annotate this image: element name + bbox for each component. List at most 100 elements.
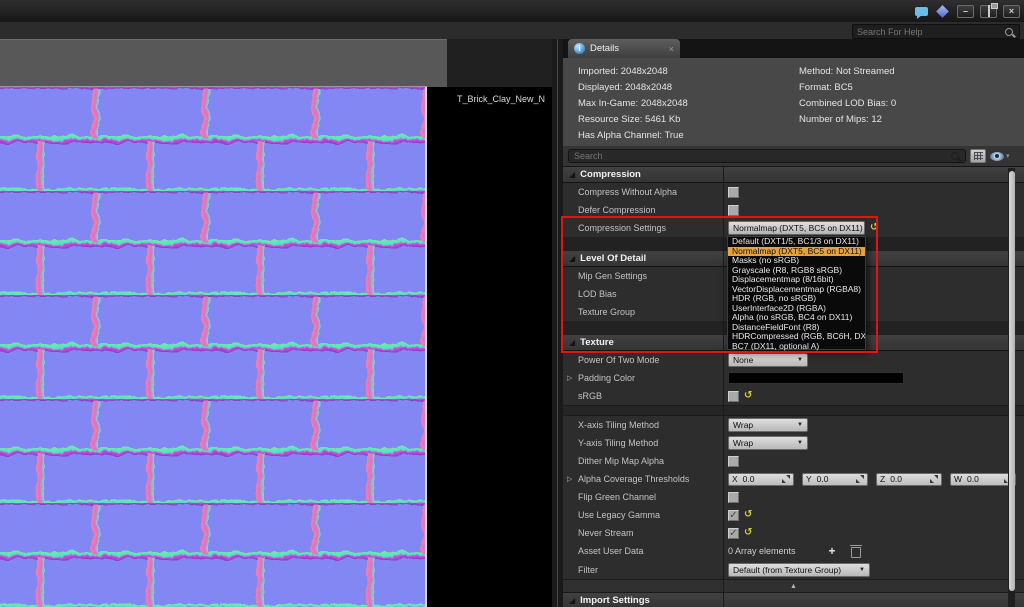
chevron-down-icon: ▾ (1006, 152, 1010, 160)
scrollbar-thumb[interactable] (1009, 171, 1015, 591)
compression-settings-dropdown-menu: Default (DXT1/5, BC1/3 on DX11) Normalma… (727, 236, 866, 350)
axis-value: 0.0 (817, 474, 856, 484)
normalmap-brick-image (0, 87, 425, 607)
marketplace-cube-icon[interactable] (936, 5, 949, 18)
axis-value: 0.0 (967, 474, 1004, 484)
srgb-checkbox[interactable] (728, 391, 739, 402)
dropdown-item[interactable]: Normalmap (DXT5, BC5 on DX11) (728, 247, 865, 257)
row-compression-settings: Compression Settings Normalmap (DXT5, BC… (563, 219, 1024, 237)
property-label: Mip Gen Settings (578, 271, 647, 281)
dropdown-item[interactable]: Default (DXT1/5, BC1/3 on DX11) (728, 237, 865, 247)
axis-label: X (732, 474, 738, 484)
info-line: Combined LOD Bias: 0 (799, 96, 896, 112)
texture-preview[interactable] (0, 87, 425, 607)
section-title: Import Settings (580, 595, 650, 606)
viewport-toolbar (0, 39, 447, 88)
dropdown-value: Wrap (733, 420, 753, 430)
restore-button[interactable] (980, 5, 997, 18)
compress-without-alpha-checkbox[interactable] (728, 187, 739, 198)
threshold-y-field[interactable]: Y 0.0 (802, 473, 868, 486)
compression-settings-dropdown[interactable]: Normalmap (DXT5, BC5 on DX11) ▼ (728, 221, 865, 235)
minimize-button[interactable]: – (957, 5, 974, 18)
property-matrix-button[interactable] (970, 149, 986, 163)
dropdown-item[interactable]: UserInterface2D (RGBA) (728, 304, 865, 314)
info-line: Imported: 2048x2048 (578, 64, 688, 80)
power-of-two-dropdown[interactable]: None ▼ (728, 353, 808, 367)
chevron-down-icon: ▼ (859, 567, 865, 573)
view-options-button[interactable]: ▾ (990, 152, 1010, 161)
details-search-row: ▾ (563, 146, 1024, 167)
close-button[interactable]: × (1003, 5, 1020, 18)
tab-close-icon[interactable]: × (669, 44, 674, 54)
row-y-axis-tiling: Y-axis Tiling Method Wrap ▼ (563, 434, 1024, 452)
section-title: Texture (580, 337, 614, 348)
info-line: Has Alpha Channel: True (578, 128, 688, 144)
section-expand-icon: ◢ (569, 254, 575, 263)
help-search-input[interactable] (853, 26, 1005, 37)
row-never-stream: Never Stream ✓ ↺ (563, 524, 1024, 542)
property-label: sRGB (578, 391, 602, 401)
property-grid: ◢ Compression Compress Without Alpha Def… (563, 167, 1024, 607)
grid-icon (974, 152, 983, 160)
row-expander-icon[interactable]: ▷ (567, 374, 572, 382)
dropdown-item[interactable]: BC7 (DX11, optional A) (728, 342, 865, 352)
dropdown-item[interactable]: Masks (no sRGB) (728, 256, 865, 266)
reset-to-default-icon[interactable]: ↺ (744, 528, 752, 538)
flip-green-checkbox[interactable] (728, 492, 739, 503)
panel-splitter[interactable] (552, 39, 563, 607)
dropdown-item[interactable]: Alpha (no sRGB, BC4 on DX11) (728, 313, 865, 323)
property-label: Dither Mip Map Alpha (578, 456, 664, 466)
window-titlebar: – × (0, 0, 1024, 23)
tab-details[interactable]: i Details × (568, 39, 680, 58)
dropdown-item[interactable]: HDRCompressed (RGB, BC6H, DX11) (728, 332, 865, 342)
row-defer-compression: Defer Compression (563, 201, 1024, 219)
dropdown-value: Normalmap (DXT5, BC5 on DX11) (733, 223, 863, 233)
filter-dropdown[interactable]: Default (from Texture Group) ▼ (728, 563, 870, 577)
threshold-x-field[interactable]: X 0.0 (728, 473, 794, 486)
restore-icon (988, 5, 990, 17)
padding-color-swatch[interactable] (728, 372, 904, 384)
axis-label: W (954, 474, 962, 484)
search-icon (951, 152, 959, 160)
reset-to-default-icon[interactable]: ↺ (744, 391, 752, 401)
splitter-line (557, 39, 558, 607)
use-legacy-gamma-checkbox[interactable]: ✓ (728, 510, 739, 521)
texture-name-label: T_Brick_Clay_New_N (457, 94, 545, 104)
property-label: Alpha Coverage Thresholds (578, 474, 689, 484)
section-header-import-settings[interactable]: ◢ Import Settings (563, 593, 1024, 607)
axis-label: Y (806, 474, 812, 484)
dropdown-item[interactable]: Displacementmap (8/16bit) (728, 275, 865, 285)
details-search-box[interactable] (568, 149, 966, 163)
drag-handle-icon[interactable] (856, 475, 864, 483)
feedback-bubble-icon[interactable] (915, 7, 928, 16)
row-expander-icon[interactable]: ▷ (567, 475, 572, 483)
property-label: Never Stream (578, 528, 634, 538)
never-stream-checkbox[interactable]: ✓ (728, 528, 739, 539)
dropdown-item[interactable]: DistanceFieldFont (R8) (728, 323, 865, 333)
section-header-compression[interactable]: ◢ Compression (563, 167, 1024, 183)
help-search-box[interactable] (852, 24, 1020, 39)
property-label: Defer Compression (578, 205, 656, 215)
y-tiling-dropdown[interactable]: Wrap ▼ (728, 436, 808, 450)
details-scrollbar[interactable] (1008, 168, 1015, 607)
info-line: Number of Mips: 12 (799, 112, 896, 128)
search-input[interactable] (569, 150, 951, 162)
threshold-w-field[interactable]: W 0.0 (950, 473, 1016, 486)
add-element-icon[interactable]: + (829, 546, 836, 556)
drag-handle-icon[interactable] (782, 475, 790, 483)
dropdown-item[interactable]: VectorDisplacementmap (RGBA8) (728, 285, 865, 295)
threshold-z-field[interactable]: Z 0.0 (876, 473, 942, 486)
property-label: Texture Group (578, 307, 635, 317)
delete-elements-icon[interactable] (851, 547, 861, 558)
reset-to-default-icon[interactable]: ↺ (744, 510, 752, 520)
dither-checkbox[interactable] (728, 456, 739, 467)
x-tiling-dropdown[interactable]: Wrap ▼ (728, 418, 808, 432)
property-label: Filter (578, 565, 598, 575)
row-flip-green-channel: Flip Green Channel (563, 488, 1024, 506)
reset-to-default-icon[interactable]: ↺ (870, 223, 878, 233)
defer-compression-checkbox[interactable] (728, 205, 739, 216)
dropdown-item[interactable]: Grayscale (R8, RGB8 sRGB) (728, 266, 865, 276)
advanced-toggle[interactable]: ▲ (563, 579, 1024, 593)
dropdown-item[interactable]: HDR (RGB, no sRGB) (728, 294, 865, 304)
drag-handle-icon[interactable] (930, 475, 938, 483)
